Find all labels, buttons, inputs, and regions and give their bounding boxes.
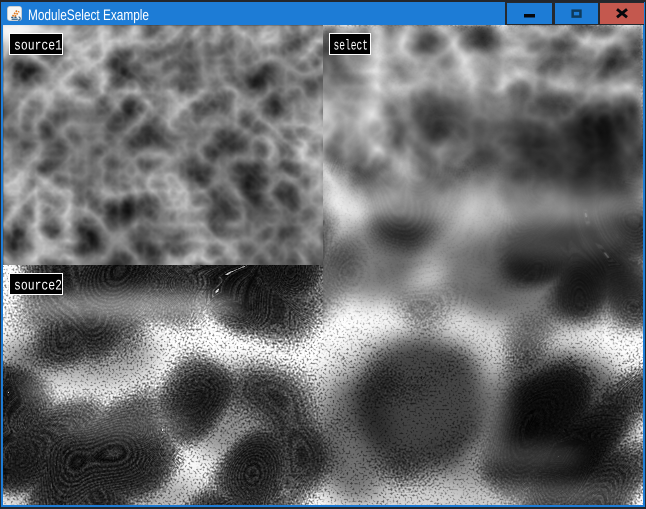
svg-text:ModuleSelect Example: ModuleSelect Example: [28, 7, 149, 24]
svg-text:source2: source2: [14, 279, 62, 294]
svg-text:source1: source1: [14, 39, 62, 54]
svg-text:select: select: [334, 39, 369, 54]
